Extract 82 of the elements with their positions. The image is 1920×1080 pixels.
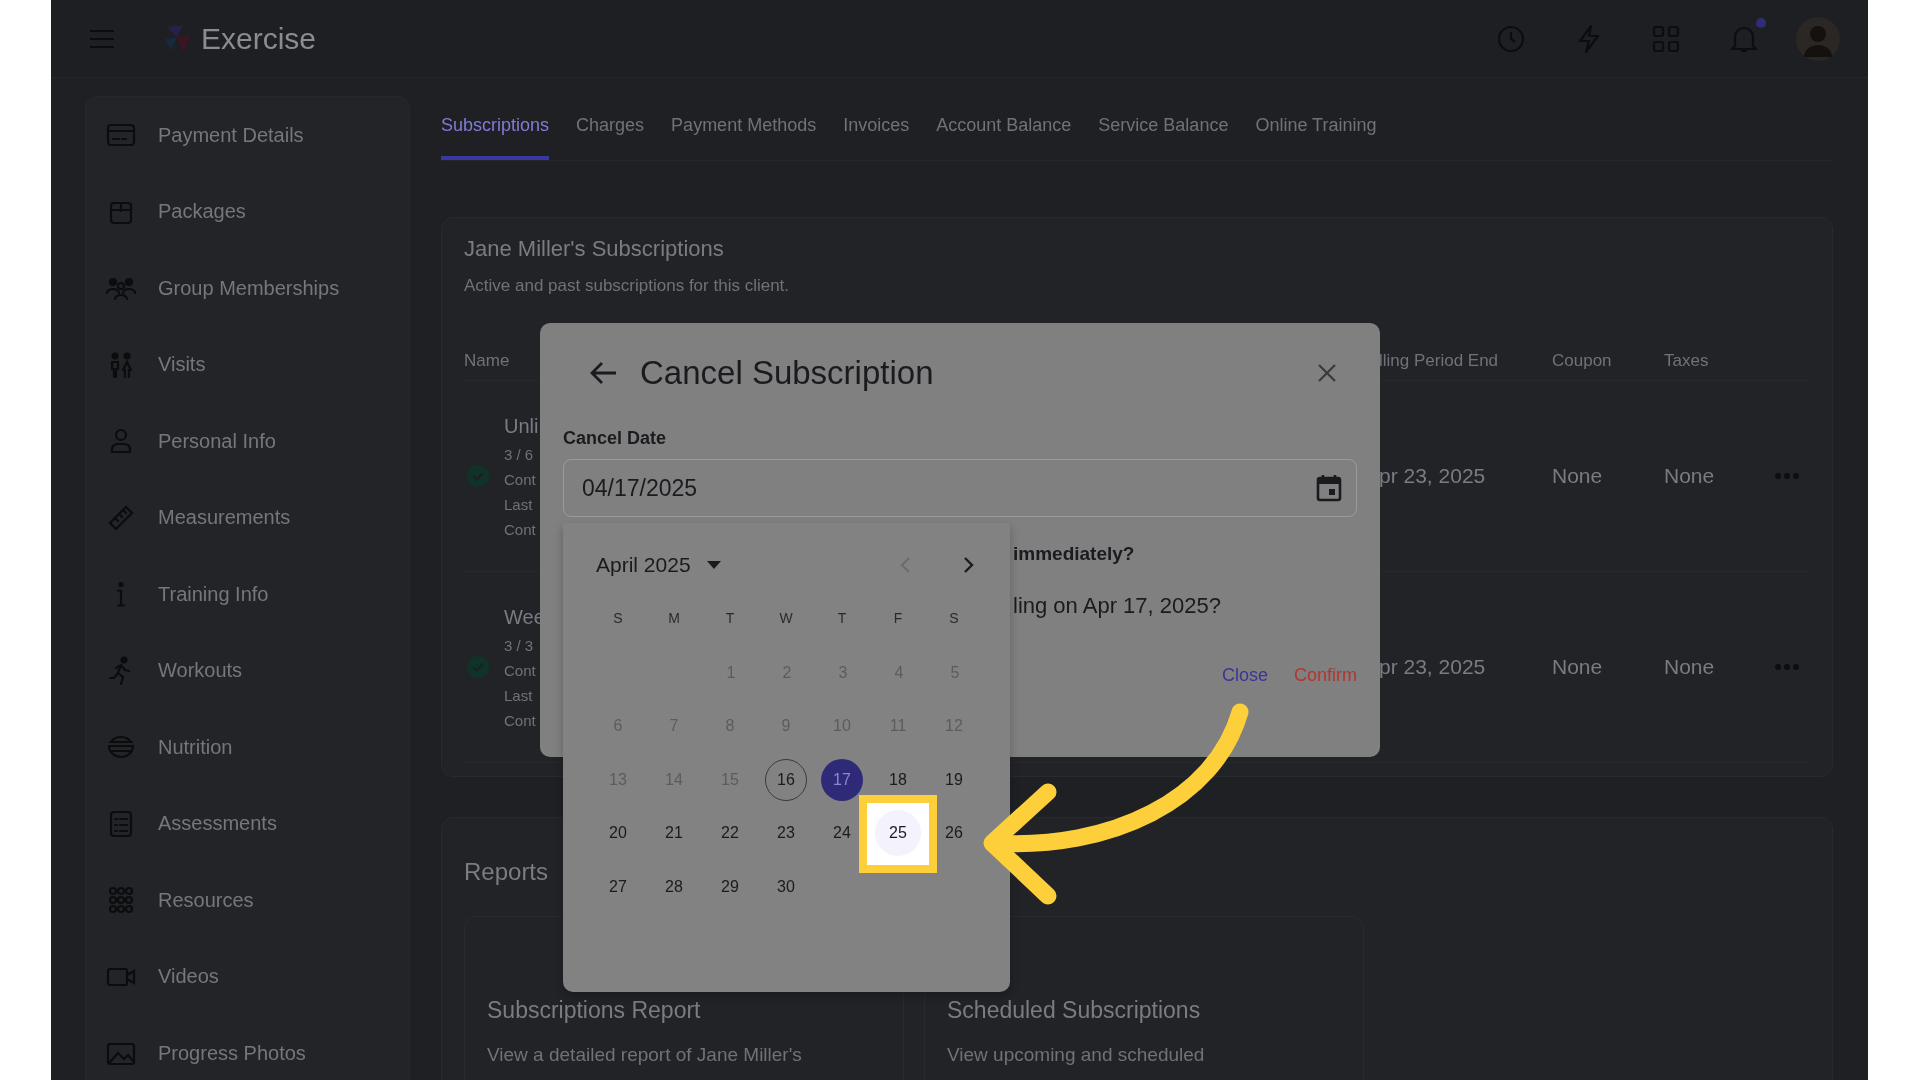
calendar-day[interactable]: 26 [940, 819, 968, 848]
dialog-title: Cancel Subscription [640, 354, 934, 392]
column-header: Name [464, 351, 511, 371]
report-description: View a detailed report of Jane Miller's [487, 1044, 803, 1066]
report-title: Scheduled Subscriptions [947, 997, 1202, 1024]
subscription-detail: 3 / 6 [504, 445, 535, 463]
sidebar-item[interactable]: Payment Details [86, 97, 409, 174]
calendar-day[interactable]: 18 [884, 765, 912, 794]
weekday-label: F [893, 610, 903, 626]
sidebar-item[interactable]: Personal Info [86, 403, 409, 480]
field-label: Cancel Date [563, 428, 668, 449]
sidebar-item[interactable]: Resources [86, 862, 409, 939]
weekday-label: T [837, 610, 847, 626]
subscription-detail: Cont [504, 661, 537, 679]
weekday-label: W [779, 610, 793, 626]
calendar-day[interactable]: 27 [604, 872, 632, 901]
column-header: Taxes [1664, 351, 1710, 371]
column-header: Coupon [1552, 351, 1613, 371]
caret-icon[interactable] [706, 561, 721, 569]
sidebar-item[interactable]: Nutrition [86, 709, 409, 786]
app-name: Exercise [201, 21, 317, 56]
table-cell-text: pr 23, 2025 [1379, 655, 1487, 679]
calendar-day[interactable]: 22 [716, 819, 744, 848]
subscription-detail: Cont [504, 520, 537, 538]
calendar-day[interactable]: 17 [821, 758, 863, 801]
sidebar-item[interactable]: Progress Photos [86, 1015, 409, 1080]
date-field[interactable]: 04/17/2025 [563, 459, 1357, 517]
dots-grid-icon [106, 885, 136, 916]
tab[interactable]: Invoices [843, 100, 910, 160]
tab[interactable]: Charges [576, 100, 645, 160]
avatar[interactable] [1796, 16, 1840, 61]
close-button[interactable]: Close [1221, 663, 1268, 688]
calendar-day[interactable]: 23 [772, 819, 800, 848]
info-icon [117, 581, 125, 607]
card-title: Jane Miller's Subscriptions [464, 236, 725, 262]
tab[interactable]: Online Training [1255, 100, 1377, 160]
back-arrow-icon[interactable] [590, 361, 618, 385]
tab[interactable]: Service Balance [1098, 100, 1229, 160]
sidebar-item[interactable]: Assessments [86, 785, 409, 862]
sidebar-item[interactable]: Packages [86, 173, 409, 250]
question-text: immediately? [1013, 543, 1136, 565]
calendar-day[interactable]: 19 [940, 765, 968, 794]
calendar-icon[interactable] [1316, 474, 1342, 502]
calendar-day[interactable]: 29 [716, 872, 744, 901]
calendar-day[interactable]: 28 [660, 872, 688, 901]
table-cell-text: None [1552, 655, 1604, 679]
table-cell-text: pr 23, 2025 [1379, 464, 1487, 488]
sidebar-item[interactable]: Measurements [86, 479, 409, 556]
weekday-label: S [949, 610, 959, 626]
weekday-label: M [668, 610, 680, 626]
report-description: View upcoming and scheduled [947, 1044, 1206, 1066]
calendar-day[interactable]: 21 [660, 819, 688, 848]
question-text: ling on Apr 17, 2025? [1013, 593, 1222, 619]
close-icon[interactable] [1317, 363, 1337, 383]
card-subtitle: Active and past subscriptions for this client. [464, 276, 791, 296]
next-month-icon[interactable] [963, 556, 975, 574]
calendar-day[interactable]: 20 [604, 819, 632, 848]
sidebar-item[interactable]: Visits [86, 326, 409, 403]
sidebar-item[interactable]: Workouts [86, 632, 409, 709]
tab[interactable]: Account Balance [936, 100, 1072, 160]
subscription-name: Unli [504, 414, 539, 438]
subscription-detail: Last [504, 686, 534, 704]
column-header: lling Period End [1379, 351, 1500, 371]
table-cell-text: None [1552, 464, 1604, 488]
tab[interactable]: Subscriptions [441, 100, 550, 160]
weekday-label: S [613, 610, 623, 626]
subscription-detail: Cont [504, 711, 537, 729]
sidebar-item[interactable]: Videos [86, 938, 409, 1015]
subscription-detail: Last [504, 495, 534, 513]
sidebar-item[interactable]: Training Info [86, 556, 409, 633]
tab[interactable]: Payment Methods [671, 100, 817, 160]
weekday-label: T [725, 610, 735, 626]
logo-icon [163, 22, 193, 55]
calendar-day[interactable]: 24 [828, 819, 856, 848]
month-label[interactable]: April 2025 [596, 553, 691, 577]
table-cell-text: None [1664, 655, 1716, 679]
subscription-detail: 3 / 3 [504, 636, 535, 654]
calendar-day[interactable]: 30 [772, 872, 800, 901]
table-cell-text: None [1664, 464, 1716, 488]
sidebar-item[interactable]: Group Memberships [86, 250, 409, 327]
report-title: Subscriptions Report [487, 997, 702, 1024]
subscription-detail: Cont [504, 470, 537, 488]
